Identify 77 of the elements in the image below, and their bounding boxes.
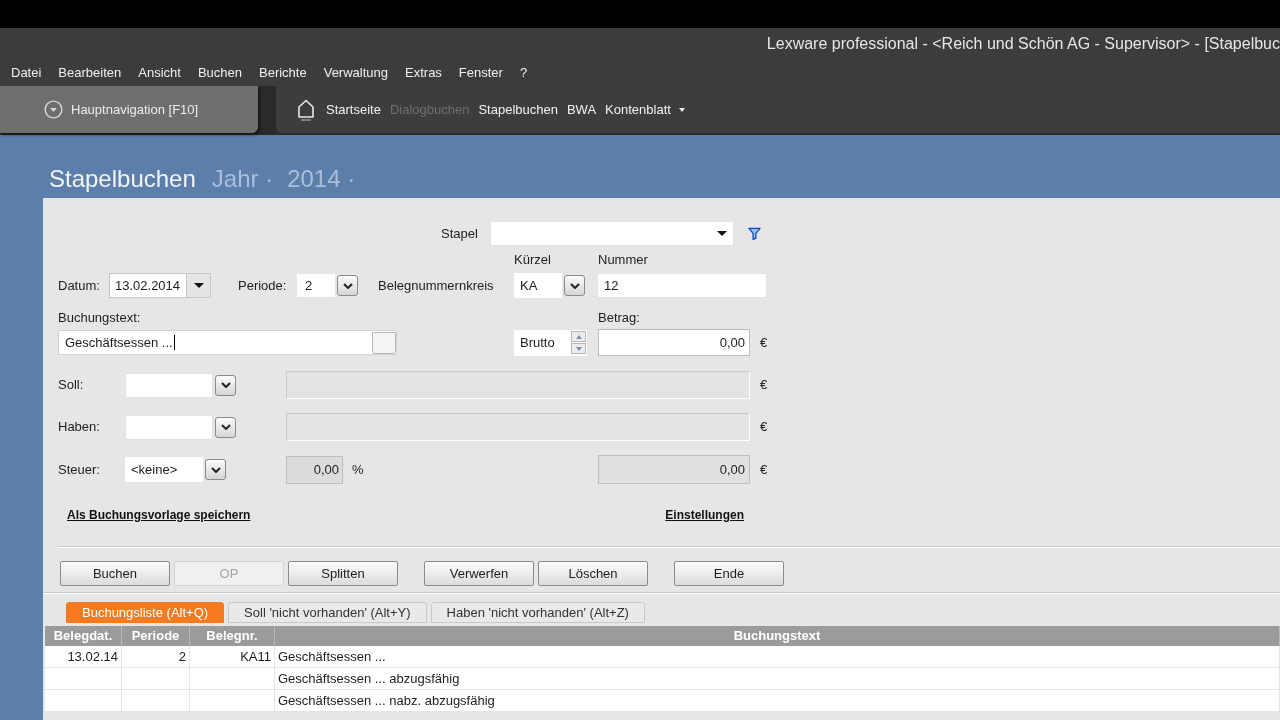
spin-down-button[interactable]: [571, 343, 586, 354]
number-field[interactable]: 12: [597, 273, 767, 298]
triangle-down-icon: [575, 346, 582, 351]
tab[interactable]: Haben 'nicht vorhanden' (Alt+Z): [430, 602, 645, 623]
text-cursor: [173, 335, 175, 350]
menu-item[interactable]: Fenster: [458, 65, 503, 81]
dropdown-button[interactable]: [337, 275, 358, 296]
table-cell: [122, 690, 190, 712]
menu-item[interactable]: Extras: [405, 65, 442, 81]
field-label: Betrag:: [598, 311, 640, 325]
field-label: Nummer: [598, 253, 648, 267]
text-input[interactable]: Geschäftsessen ...: [58, 330, 397, 355]
chevron-down-icon: [342, 282, 353, 289]
navigation-link[interactable]: Stapelbuchen: [478, 99, 558, 120]
dropdown-button[interactable]: [215, 416, 236, 438]
period-field[interactable]: 2: [297, 274, 335, 297]
chevron-down-icon: [210, 466, 221, 473]
field-label: Buchungstext:: [58, 311, 141, 325]
tax-amount-field: 0,00: [598, 455, 750, 484]
chevron-down-icon: [220, 424, 231, 430]
triangle-down-icon: [193, 283, 204, 288]
action-button[interactable]: Buchen: [60, 561, 170, 586]
dropdown-button[interactable]: [205, 459, 226, 480]
home-icon[interactable]: [298, 98, 314, 121]
debit-account-field[interactable]: [125, 372, 213, 398]
menu-item[interactable]: Ansicht: [138, 65, 181, 81]
field-label: Periode:: [238, 276, 287, 295]
credit-account-field[interactable]: [125, 414, 213, 440]
field-label: %: [352, 460, 364, 479]
action-button[interactable]: Löschen: [538, 561, 648, 586]
action-button[interactable]: Splitten: [288, 561, 398, 586]
action-button[interactable]: Ende: [674, 561, 784, 586]
navigation-link[interactable]: Kontenblatt: [605, 99, 685, 120]
amount-mode-spinner[interactable]: Brutto: [514, 329, 587, 356]
menu-item[interactable]: Bearbeiten: [58, 65, 122, 81]
field-label: Belegnummernkreis: [378, 276, 494, 295]
text-link[interactable]: Als Buchungsvorlage speichern: [67, 508, 251, 522]
main-navigation-button[interactable]: Hauptnavigation [F10]: [0, 86, 258, 133]
circle-caret-icon: [44, 100, 63, 119]
navigation-link[interactable]: BWA: [566, 99, 597, 120]
tax-rate-field: 0,00: [286, 455, 343, 484]
field-label: Haben:: [58, 418, 100, 437]
caret-down-icon: [678, 107, 685, 112]
field-label: Datum:: [58, 276, 100, 295]
currency-label: €: [760, 460, 768, 479]
chevron-down-icon: [569, 282, 580, 289]
menu-item[interactable]: Datei: [11, 65, 42, 81]
currency-label: €: [760, 418, 768, 437]
field-label: Stapel: [441, 224, 478, 243]
field-label: Soll:: [58, 376, 84, 395]
currency-label: €: [760, 376, 768, 395]
menu-item[interactable]: Verwaltung: [323, 65, 388, 81]
triangle-up-icon: [575, 334, 582, 339]
dropdown-button[interactable]: [215, 374, 236, 396]
page-title: Stapelbuchen: [49, 165, 196, 193]
navigation-link[interactable]: Startseite: [326, 99, 381, 120]
field-label: Kürzel: [514, 253, 551, 267]
text-link[interactable]: Einstellungen: [665, 508, 744, 522]
window-title: Lexware professional - <Reich und Schön AG - Supervisor> - [Stapelbuc: [766, 34, 1280, 54]
prefix-field[interactable]: KA: [514, 273, 562, 298]
date-field[interactable]: 13.02.2014: [109, 273, 186, 298]
action-button[interactable]: Verwerfen: [424, 561, 534, 586]
tax-field[interactable]: <keine>: [125, 457, 203, 482]
menu-item[interactable]: ?: [519, 65, 528, 81]
dropdown-button[interactable]: [564, 275, 585, 296]
filter-icon[interactable]: [747, 227, 761, 240]
chevron-down-icon: [220, 382, 231, 388]
date-picker-button[interactable]: [186, 273, 211, 298]
currency-label: €: [760, 333, 768, 352]
menu-item[interactable]: Berichte: [259, 65, 307, 81]
table-cell: Geschäftsessen ... nabz. abzugsfähig: [275, 690, 1280, 712]
menu-item[interactable]: Buchen: [197, 65, 242, 81]
field-label: Steuer:: [58, 460, 100, 479]
triangle-down-icon: [716, 231, 727, 236]
spin-up-button[interactable]: [571, 331, 586, 342]
tab[interactable]: Soll 'nicht vorhanden' (Alt+Y): [228, 602, 427, 623]
amount-field[interactable]: 0,00: [598, 329, 750, 356]
